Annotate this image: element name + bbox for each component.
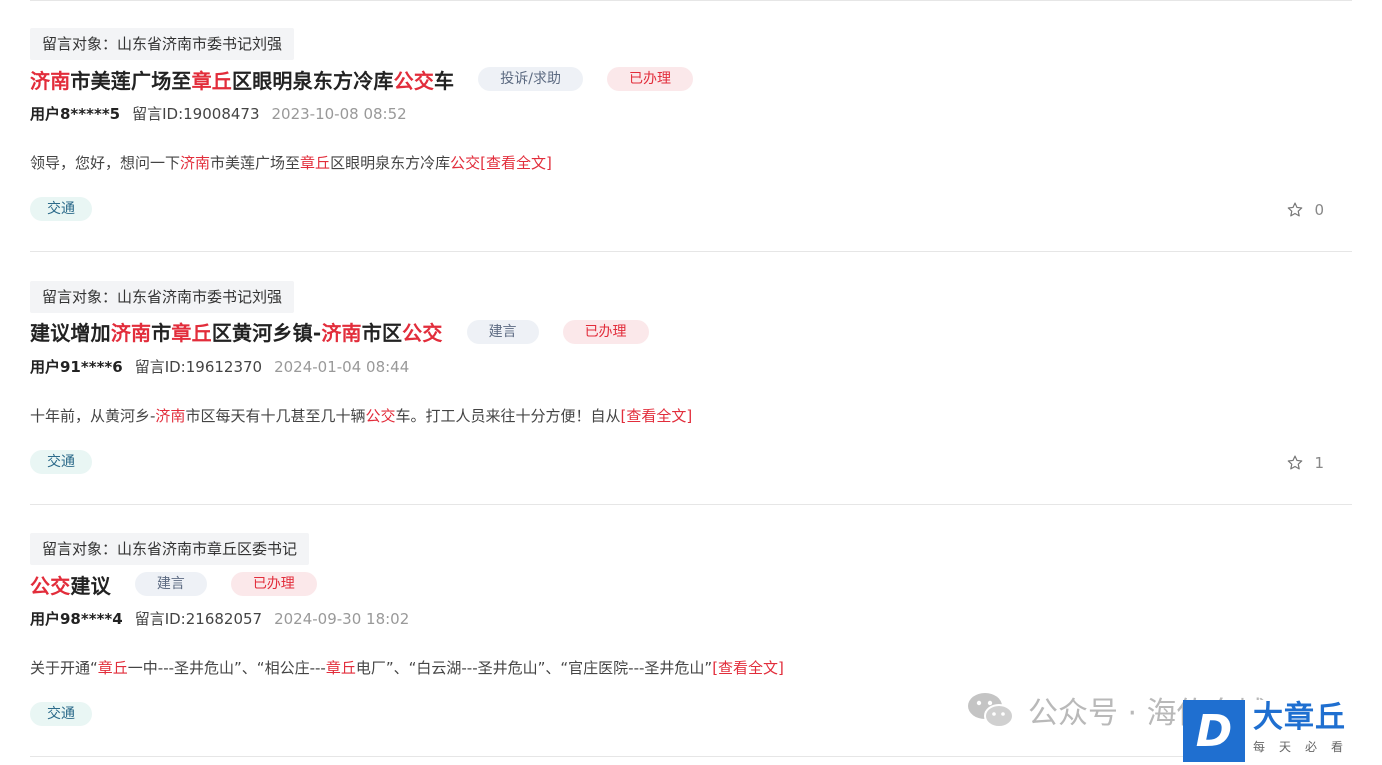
message-item: 留言对象：山东省济南市委书记刘强 济南市美莲广场至章丘区眼明泉东方冷库公交车 投诉/… bbox=[30, 0, 1352, 252]
logo-slogan: 每天必看 bbox=[1253, 740, 1358, 754]
status-badge: 已办理 bbox=[230, 572, 317, 596]
favorite-count: 0 bbox=[1314, 201, 1324, 219]
message-target: 留言对象：山东省济南市章丘区委书记 bbox=[30, 533, 310, 565]
message-time: 2024-09-30 18:02 bbox=[274, 610, 410, 628]
wechat-icon bbox=[968, 693, 1014, 728]
keyword-highlight: 章丘 bbox=[300, 154, 331, 172]
favorite-count: 1 bbox=[1314, 453, 1324, 472]
view-full-link[interactable]: [查看全文] bbox=[712, 659, 784, 677]
keyword-highlight: 济南 bbox=[180, 154, 211, 172]
view-full-link[interactable]: [查看全文] bbox=[620, 407, 692, 425]
text-segment: 建议 bbox=[70, 573, 111, 598]
text-segment: 十年前，从黄河乡- bbox=[30, 406, 156, 425]
type-badge: 建言 bbox=[466, 319, 539, 344]
target-prefix: 留言对象： bbox=[42, 35, 118, 53]
text-segment: 市美莲广场至 bbox=[210, 154, 301, 172]
text-segment: 车。打工人员来往十分方便！自从 bbox=[395, 406, 621, 425]
status-badge: 已办理 bbox=[562, 319, 649, 344]
keyword-highlight: 济南 bbox=[30, 68, 71, 93]
star-icon bbox=[1288, 455, 1303, 469]
text-segment: 区眼明泉东方冷库 bbox=[232, 68, 394, 93]
keyword-highlight: 公交 bbox=[402, 321, 443, 345]
message-time: 2023-10-08 08:52 bbox=[271, 105, 407, 123]
id-prefix: 留言ID: bbox=[132, 105, 184, 123]
logo-name: 大章丘 bbox=[1253, 700, 1346, 735]
favorite-button[interactable]: 1 bbox=[1286, 452, 1324, 474]
text-segment: 电厂”、“白云湖---圣井危山”、“官庄医院---圣井危山” bbox=[355, 659, 713, 677]
message-target: 留言对象：山东省济南市委书记刘强 bbox=[30, 28, 295, 60]
message-target: 留言对象：山东省济南市委书记刘强 bbox=[30, 280, 295, 313]
keyword-highlight: 公交 bbox=[30, 573, 71, 598]
text-segment: 一中---圣井危山”、“相公庄--- bbox=[127, 659, 326, 677]
message-item: 留言对象：山东省济南市委书记刘强 建议增加济南市章丘区黄河乡镇-济南市区公交 建言已… bbox=[30, 253, 1352, 505]
text-segment: 市区 bbox=[361, 321, 403, 345]
user-name: 用户98****4 bbox=[30, 610, 123, 628]
text-segment: 市 bbox=[151, 321, 172, 345]
message-meta: 用户91****6 留言ID:19612370 2024-01-04 08:44 bbox=[30, 356, 409, 378]
title-row: 济南市美莲广场至章丘区眼明泉东方冷库公交车 投诉/求助 已办理 bbox=[30, 63, 693, 95]
message-summary: 关于开通“章丘一中---圣井危山”、“相公庄---章丘电厂”、“白云湖---圣井… bbox=[30, 656, 784, 680]
id-prefix: 留言ID: bbox=[134, 357, 186, 376]
title-row: 公交建议 建言 已办理 bbox=[30, 568, 317, 600]
text-segment: 市区每天有十几甚至几十辆 bbox=[185, 406, 366, 425]
keyword-highlight: 公交 bbox=[365, 406, 396, 425]
logo-letter: D bbox=[1183, 700, 1245, 762]
text-segment: 市美莲广场至 bbox=[70, 68, 192, 93]
message-id: 留言ID:19008473 bbox=[132, 105, 259, 123]
message-summary: 领导，您好，想问一下济南市美莲广场至章丘区眼明泉东方冷库公交[查看全文] bbox=[30, 151, 552, 175]
text-segment: 关于开通“ bbox=[30, 659, 98, 677]
category-tag[interactable]: 交通 bbox=[30, 449, 92, 474]
message-id: 留言ID:21682057 bbox=[135, 610, 262, 628]
text-segment: 区眼明泉东方冷库 bbox=[330, 154, 451, 172]
message-title[interactable]: 济南市美莲广场至章丘区眼明泉东方冷库公交车 bbox=[30, 65, 454, 94]
target-name: 山东省济南市委书记刘强 bbox=[117, 287, 283, 306]
message-id: 留言ID:19612370 bbox=[135, 358, 262, 376]
text-segment: 领导，您好，想问一下 bbox=[30, 154, 181, 172]
target-name: 山东省济南市章丘区委书记 bbox=[117, 540, 298, 558]
keyword-highlight: 公交 bbox=[450, 154, 481, 172]
message-meta: 用户98****4 留言ID:21682057 2024-09-30 18:02 bbox=[30, 608, 409, 630]
message-meta: 用户8*****5 留言ID:19008473 2023-10-08 08:52 bbox=[30, 103, 407, 125]
user-name: 用户8*****5 bbox=[30, 105, 121, 123]
keyword-highlight: 章丘 bbox=[97, 659, 128, 677]
type-badge: 建言 bbox=[134, 572, 207, 596]
category-tag[interactable]: 交通 bbox=[30, 702, 92, 726]
keyword-highlight: 章丘 bbox=[325, 659, 356, 677]
title-row: 建议增加济南市章丘区黄河乡镇-济南市区公交 建言 已办理 bbox=[30, 316, 649, 348]
favorite-button[interactable]: 0 bbox=[1286, 199, 1324, 221]
keyword-highlight: 章丘 bbox=[191, 68, 233, 93]
id-prefix: 留言ID: bbox=[134, 610, 186, 628]
keyword-highlight: 公交 bbox=[393, 68, 435, 93]
message-title[interactable]: 建议增加济南市章丘区黄河乡镇-济南市区公交 bbox=[30, 317, 443, 346]
text-segment: 车 bbox=[434, 68, 455, 93]
id-value: 19008473 bbox=[183, 105, 260, 123]
target-prefix: 留言对象： bbox=[42, 540, 118, 558]
star-icon bbox=[1288, 202, 1303, 217]
keyword-highlight: 济南 bbox=[110, 321, 152, 345]
status-badge: 已办理 bbox=[606, 67, 693, 91]
text-segment: 建议增加 bbox=[30, 321, 111, 345]
id-value: 19612370 bbox=[185, 357, 263, 376]
message-summary: 十年前，从黄河乡-济南市区每天有十几甚至几十辆公交车。打工人员来往十分方便！自从… bbox=[30, 404, 692, 428]
keyword-highlight: 济南 bbox=[321, 321, 362, 345]
text-segment: 区黄河乡镇- bbox=[211, 321, 322, 345]
user-name: 用户91****6 bbox=[30, 357, 123, 376]
target-name: 山东省济南市委书记刘强 bbox=[117, 35, 283, 53]
id-value: 21682057 bbox=[185, 610, 263, 628]
category-tag[interactable]: 交通 bbox=[30, 197, 92, 221]
item-divider bbox=[30, 756, 1352, 757]
keyword-highlight: 章丘 bbox=[171, 321, 212, 345]
target-prefix: 留言对象： bbox=[42, 287, 118, 306]
message-title[interactable]: 公交建议 bbox=[30, 570, 111, 599]
type-badge: 投诉/求助 bbox=[478, 67, 583, 91]
keyword-highlight: 济南 bbox=[155, 406, 186, 425]
brand-logo: D 大章丘 每天必看 bbox=[1183, 700, 1382, 765]
view-full-link[interactable]: [查看全文] bbox=[480, 154, 552, 172]
message-time: 2024-01-04 08:44 bbox=[274, 357, 410, 376]
